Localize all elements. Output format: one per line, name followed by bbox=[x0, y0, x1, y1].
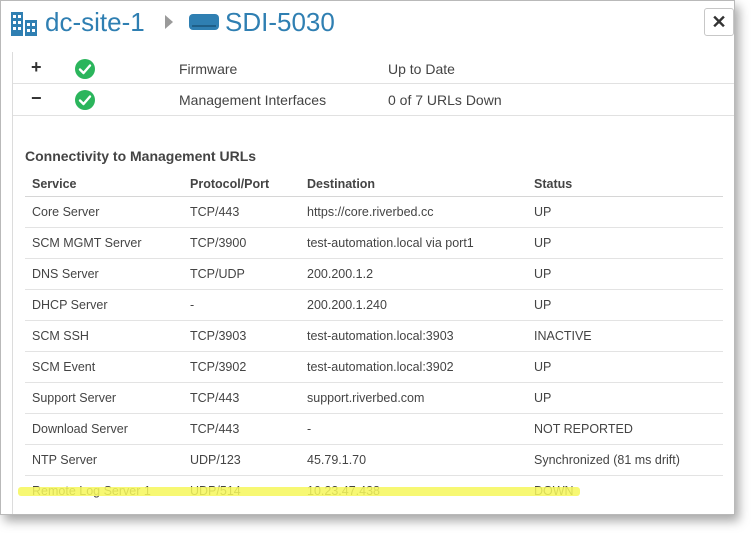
cell-service: NTP Server bbox=[25, 444, 183, 476]
cell-destination: support.riverbed.com bbox=[300, 382, 527, 414]
cell-status: UP bbox=[527, 196, 723, 228]
connectivity-table: Service Protocol/Port Destination Status… bbox=[25, 172, 723, 506]
collapse-icon[interactable]: − bbox=[31, 88, 42, 108]
cell-destination: 200.200.1.240 bbox=[300, 289, 527, 321]
column-header-service: Service bbox=[25, 172, 183, 197]
table-row: DNS Server TCP/UDP 200.200.1.2 UP bbox=[25, 258, 723, 290]
cell-status: NOT REPORTED bbox=[527, 413, 723, 445]
cell-status: UP bbox=[527, 382, 723, 414]
summary-row-management-interfaces[interactable]: − Management Interfaces 0 of 7 URLs Down bbox=[13, 84, 734, 116]
cell-status: UP bbox=[527, 351, 723, 383]
check-circle-icon bbox=[75, 90, 95, 110]
highlight-marker bbox=[18, 487, 580, 496]
cell-protocol-port: TCP/3902 bbox=[183, 351, 300, 383]
cell-destination: - bbox=[300, 413, 527, 445]
device-details-dialog: dc-site-1 SDI-5030 ✕ + Firmware Up to Da… bbox=[0, 0, 735, 515]
cell-protocol-port: TCP/3900 bbox=[183, 227, 300, 259]
cell-status: Synchronized (81 ms drift) bbox=[527, 444, 723, 476]
cell-service: Core Server bbox=[25, 196, 183, 228]
column-header-protocol-port: Protocol/Port bbox=[183, 172, 300, 197]
details-panel: + Firmware Up to Date − Management Inter… bbox=[12, 52, 734, 514]
cell-service: SCM SSH bbox=[25, 320, 183, 352]
summary-value: 0 of 7 URLs Down bbox=[388, 92, 502, 108]
summary-row-firmware[interactable]: + Firmware Up to Date bbox=[13, 53, 734, 84]
chevron-right-icon bbox=[165, 15, 173, 29]
cell-service: SCM Event bbox=[25, 351, 183, 383]
table-row: Support Server TCP/443 support.riverbed.… bbox=[25, 382, 723, 414]
cell-protocol-port: TCP/UDP bbox=[183, 258, 300, 290]
section-title: Connectivity to Management URLs bbox=[25, 148, 257, 164]
cell-status: UP bbox=[527, 227, 723, 259]
column-header-status: Status bbox=[527, 172, 723, 197]
cell-protocol-port: TCP/443 bbox=[183, 413, 300, 445]
expand-icon[interactable]: + bbox=[31, 57, 42, 77]
table-header-row: Service Protocol/Port Destination Status bbox=[25, 172, 723, 197]
cell-status: UP bbox=[527, 289, 723, 321]
cell-destination: test-automation.local via port1 bbox=[300, 227, 527, 259]
cell-status: INACTIVE bbox=[527, 320, 723, 352]
cell-destination: 45.79.1.70 bbox=[300, 444, 527, 476]
building-icon bbox=[11, 12, 37, 36]
dialog-header: dc-site-1 SDI-5030 ✕ bbox=[1, 1, 734, 45]
table-row: SCM MGMT Server TCP/3900 test-automation… bbox=[25, 227, 723, 259]
cell-destination: 200.200.1.2 bbox=[300, 258, 527, 290]
site-name-link[interactable]: dc-site-1 bbox=[45, 5, 145, 39]
cell-protocol-port: - bbox=[183, 289, 300, 321]
cell-protocol-port: UDP/123 bbox=[183, 444, 300, 476]
cell-service: DHCP Server bbox=[25, 289, 183, 321]
table-row: DHCP Server - 200.200.1.240 UP bbox=[25, 289, 723, 321]
appliance-icon bbox=[189, 14, 219, 30]
cell-destination: https://core.riverbed.cc bbox=[300, 196, 527, 228]
summary-name: Firmware bbox=[179, 61, 238, 77]
check-circle-icon bbox=[75, 59, 95, 79]
cell-service: SCM MGMT Server bbox=[25, 227, 183, 259]
device-name-title: SDI-5030 bbox=[225, 7, 335, 37]
cell-protocol-port: TCP/443 bbox=[183, 196, 300, 228]
table-row: Core Server TCP/443 https://core.riverbe… bbox=[25, 196, 723, 228]
column-header-destination: Destination bbox=[300, 172, 527, 197]
cell-destination: test-automation.local:3902 bbox=[300, 351, 527, 383]
cell-destination: test-automation.local:3903 bbox=[300, 320, 527, 352]
cell-service: DNS Server bbox=[25, 258, 183, 290]
close-button[interactable]: ✕ bbox=[704, 8, 734, 36]
cell-service: Support Server bbox=[25, 382, 183, 414]
cell-protocol-port: TCP/443 bbox=[183, 382, 300, 414]
cell-protocol-port: TCP/3903 bbox=[183, 320, 300, 352]
table-row: SCM Event TCP/3902 test-automation.local… bbox=[25, 351, 723, 383]
table-row: Download Server TCP/443 - NOT REPORTED bbox=[25, 413, 723, 445]
cell-service: Download Server bbox=[25, 413, 183, 445]
summary-name: Management Interfaces bbox=[179, 92, 327, 108]
summary-value: Up to Date bbox=[388, 61, 455, 77]
cell-status: UP bbox=[527, 258, 723, 290]
table-row: SCM SSH TCP/3903 test-automation.local:3… bbox=[25, 320, 723, 352]
table-row: NTP Server UDP/123 45.79.1.70 Synchroniz… bbox=[25, 444, 723, 476]
